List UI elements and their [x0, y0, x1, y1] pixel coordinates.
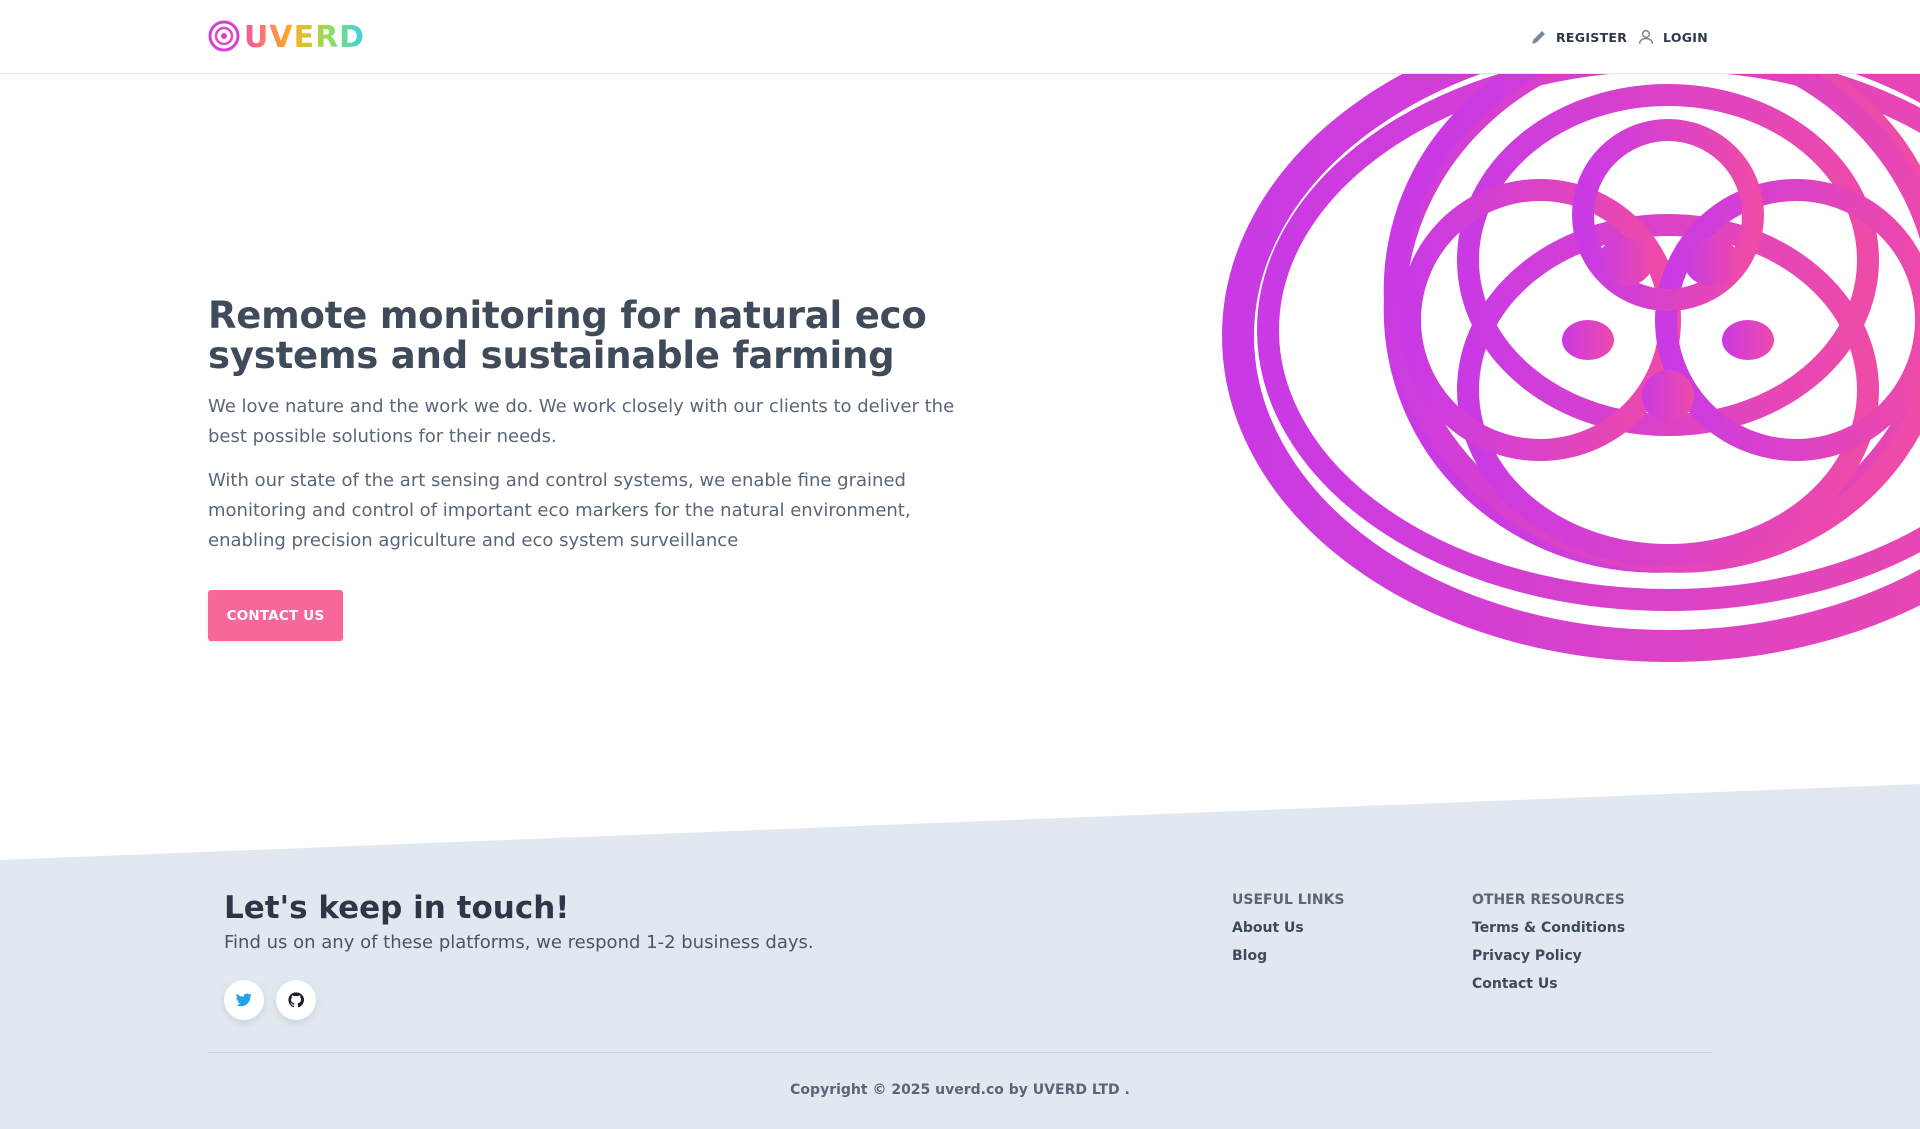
- footer-divider: [208, 1052, 1712, 1053]
- logo-text: UVERD: [244, 20, 364, 55]
- hero-title-line1: Remote monitoring for natural eco: [208, 294, 927, 337]
- useful-links-heading: USEFUL LINKS: [1232, 892, 1345, 908]
- other-resources-heading: OTHER RESOURCES: [1472, 892, 1625, 908]
- footer-link-about[interactable]: About Us: [1232, 920, 1304, 936]
- footer-link-blog[interactable]: Blog: [1232, 948, 1267, 964]
- github-button[interactable]: [276, 980, 316, 1020]
- uverd-logo[interactable]: UVERD: [208, 16, 364, 56]
- register-link[interactable]: REGISTER: [1530, 26, 1627, 48]
- github-icon: [288, 992, 304, 1008]
- footer-link-contact[interactable]: Contact Us: [1472, 976, 1558, 992]
- hero-paragraph-1: We love nature and the work we do. We wo…: [208, 396, 955, 447]
- pencil-icon: [1532, 31, 1545, 44]
- hero-paragraph-2: With our state of the art sensing and co…: [208, 470, 911, 551]
- copyright-text: Copyright © 2025 uverd.co by UVERD LTD .: [790, 1082, 1130, 1098]
- register-label: REGISTER: [1556, 29, 1628, 45]
- login-label: LOGIN: [1663, 29, 1709, 45]
- user-icon: [1638, 29, 1654, 44]
- logo-icon: UVERD: [208, 20, 364, 55]
- hero-title-line2: systems and sustainable farming: [208, 334, 895, 377]
- twitter-button[interactable]: [224, 980, 264, 1020]
- footer-subtitle: Find us on any of these platforms, we re…: [224, 932, 814, 953]
- hero-section: Remote monitoring for natural eco system…: [208, 296, 968, 556]
- hero-title: Remote monitoring for natural eco system…: [208, 296, 968, 376]
- footer-link-terms[interactable]: Terms & Conditions: [1472, 920, 1625, 936]
- footer-link-privacy[interactable]: Privacy Policy: [1472, 948, 1582, 964]
- contact-us-button[interactable]: CONTACT US: [208, 590, 343, 641]
- login-link[interactable]: LOGIN: [1637, 26, 1708, 48]
- footer: Let's keep in touch! Find us on any of t…: [0, 858, 1920, 1129]
- footer-title: Let's keep in touch!: [224, 890, 570, 926]
- navbar: UVERD REGISTER LOGIN: [0, 0, 1920, 74]
- twitter-icon: [236, 993, 252, 1007]
